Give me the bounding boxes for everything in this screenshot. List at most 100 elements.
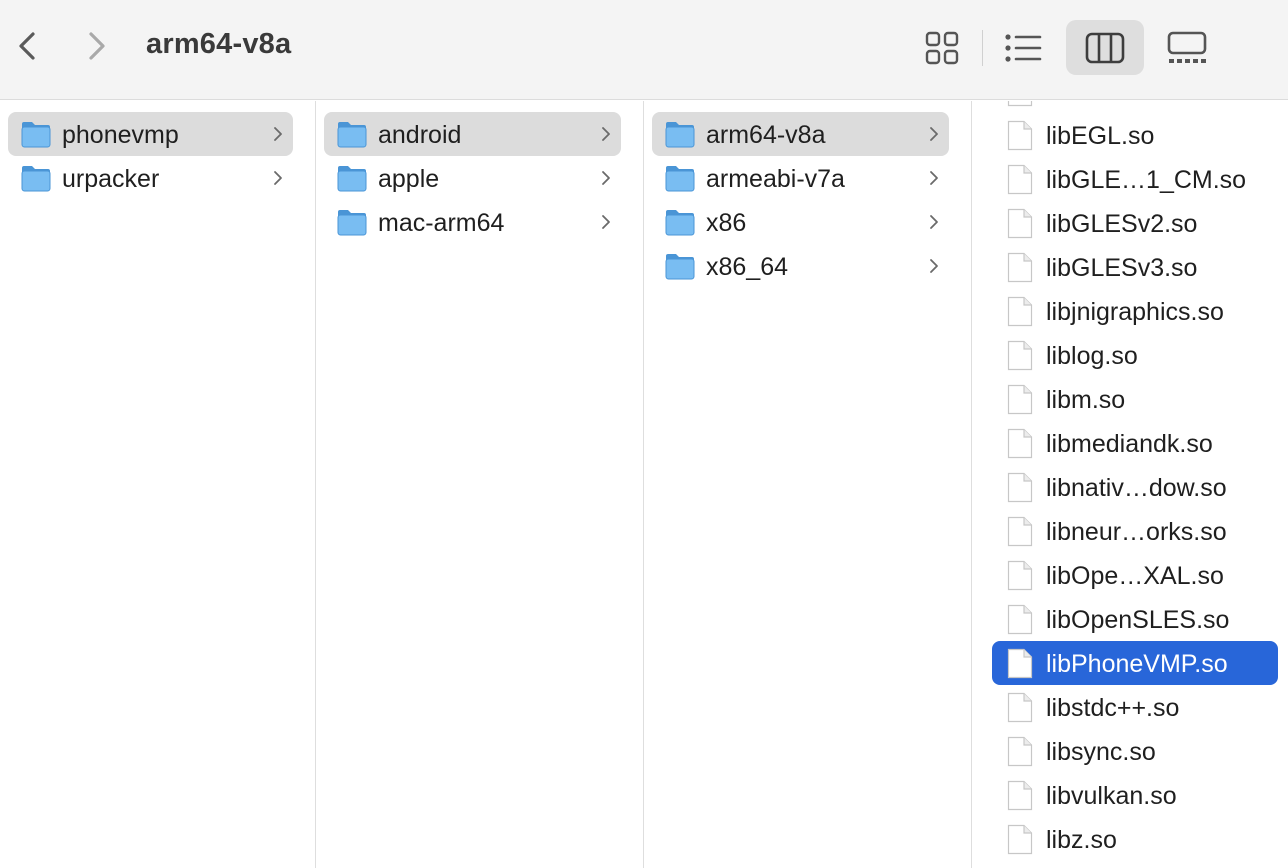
item-label: libdl.so: [1046, 101, 1124, 107]
item-label: libEGL.so: [1046, 122, 1155, 150]
toolbar-divider: [982, 30, 983, 66]
folder-icon: [20, 163, 52, 193]
folder-icon: [20, 119, 52, 149]
folder-icon: [664, 207, 696, 237]
gallery-icon: [1167, 31, 1207, 63]
item-label: libGLESv3.so: [1046, 254, 1198, 282]
file-row[interactable]: libGLESv2.so: [992, 201, 1278, 245]
item-label: mac-arm64: [378, 209, 505, 237]
item-label: libstdc++.so: [1046, 694, 1180, 722]
item-label: libOpe…XAL.so: [1046, 562, 1224, 590]
document-icon: [1007, 560, 1033, 591]
document-icon: [1007, 472, 1033, 503]
item-label: urpacker: [62, 165, 160, 193]
item-label: libz.so: [1046, 826, 1117, 854]
document-icon: [1007, 164, 1033, 195]
document-icon: [1007, 296, 1033, 327]
chevron-left-icon: [19, 32, 35, 60]
folder-icon: [336, 119, 368, 149]
document-icon: [1007, 120, 1033, 151]
document-icon: [1007, 516, 1033, 547]
document-icon: [1007, 101, 1033, 107]
gallery-view-button[interactable]: [1148, 20, 1226, 75]
item-label: apple: [378, 165, 440, 193]
browser-column-3[interactable]: arm64-v8a armeabi-v7a x86 x86_64: [644, 101, 972, 868]
document-icon: [1007, 648, 1033, 679]
icon-view-button[interactable]: [903, 20, 981, 75]
document-icon: [1007, 384, 1033, 415]
column-view-button[interactable]: [1066, 20, 1144, 75]
list-icon: [1005, 33, 1042, 62]
document-icon: [1007, 692, 1033, 723]
window-title: arm64-v8a: [146, 28, 292, 60]
item-label: libmediandk.so: [1046, 430, 1213, 458]
item-label: liblog.so: [1046, 342, 1138, 370]
folder-row[interactable]: android: [324, 112, 621, 156]
browser-column-4[interactable]: libdl.so libEGL.so libGLE…1_CM.so libGLESv2…: [972, 101, 1288, 868]
folder-row[interactable]: x86_64: [652, 244, 949, 288]
file-row[interactable]: libOpe…XAL.so: [992, 553, 1278, 597]
file-row[interactable]: libz.so: [992, 817, 1278, 861]
item-label: libOpenSLES.so: [1046, 606, 1230, 634]
item-label: libPhoneVMP.so: [1046, 650, 1228, 678]
file-row[interactable]: libPhoneVMP.so: [992, 641, 1278, 685]
grid-icon: [925, 31, 959, 64]
back-button[interactable]: [8, 26, 48, 66]
folder-row[interactable]: arm64-v8a: [652, 112, 949, 156]
item-label: libGLESv2.so: [1046, 210, 1198, 238]
chevron-right-icon: [273, 170, 283, 186]
folder-row[interactable]: apple: [324, 156, 621, 200]
folder-row[interactable]: phonevmp: [8, 112, 293, 156]
folder-row[interactable]: x86: [652, 200, 949, 244]
item-label: libsync.so: [1046, 738, 1156, 766]
item-label: libGLE…1_CM.so: [1046, 166, 1247, 194]
browser-column-1[interactable]: phonevmp urpacker: [0, 101, 316, 868]
chevron-right-icon: [601, 126, 611, 142]
file-row[interactable]: liblog.so: [992, 333, 1278, 377]
document-icon: [1007, 604, 1033, 635]
browser-column-2[interactable]: android apple mac-arm64: [316, 101, 644, 868]
file-row[interactable]: libdl.so: [992, 101, 1278, 113]
list-view-button[interactable]: [984, 20, 1062, 75]
chevron-right-icon: [929, 170, 939, 186]
folder-icon: [664, 163, 696, 193]
item-label: libjnigraphics.so: [1046, 298, 1224, 326]
item-label: armeabi-v7a: [706, 165, 845, 193]
folder-icon: [336, 163, 368, 193]
file-row[interactable]: libmediandk.so: [992, 421, 1278, 465]
file-row[interactable]: libGLE…1_CM.so: [992, 157, 1278, 201]
file-row[interactable]: libGLESv3.so: [992, 245, 1278, 289]
item-label: libvulkan.so: [1046, 782, 1177, 810]
file-row[interactable]: libm.so: [992, 377, 1278, 421]
file-row[interactable]: libstdc++.so: [992, 685, 1278, 729]
folder-icon: [664, 251, 696, 281]
item-label: libnativ…dow.so: [1046, 474, 1227, 502]
file-row[interactable]: libjnigraphics.so: [992, 289, 1278, 333]
file-row[interactable]: libEGL.so: [992, 113, 1278, 157]
document-icon: [1007, 208, 1033, 239]
file-row[interactable]: libvulkan.so: [992, 773, 1278, 817]
columns-icon: [1085, 32, 1125, 63]
column-browser: phonevmp urpacker android apple mac-arm64 arm…: [0, 101, 1288, 868]
chevron-right-icon: [929, 126, 939, 142]
item-label: android: [378, 121, 462, 149]
item-label: x86: [706, 209, 747, 237]
file-row[interactable]: libsync.so: [992, 729, 1278, 773]
item-label: arm64-v8a: [706, 121, 826, 149]
item-label: x86_64: [706, 253, 789, 281]
file-row[interactable]: libneur…orks.so: [992, 509, 1278, 553]
file-row[interactable]: libOpenSLES.so: [992, 597, 1278, 641]
file-row[interactable]: libnativ…dow.so: [992, 465, 1278, 509]
document-icon: [1007, 824, 1033, 855]
folder-icon: [664, 119, 696, 149]
folder-row[interactable]: urpacker: [8, 156, 293, 200]
chevron-right-icon: [929, 214, 939, 230]
chevron-right-icon: [273, 126, 283, 142]
folder-row[interactable]: mac-arm64: [324, 200, 621, 244]
chevron-right-icon: [929, 258, 939, 274]
forward-button[interactable]: [76, 26, 116, 66]
toolbar: arm64-v8a: [0, 0, 1288, 100]
folder-row[interactable]: armeabi-v7a: [652, 156, 949, 200]
item-label: phonevmp: [62, 121, 179, 149]
chevron-right-icon: [89, 32, 105, 60]
